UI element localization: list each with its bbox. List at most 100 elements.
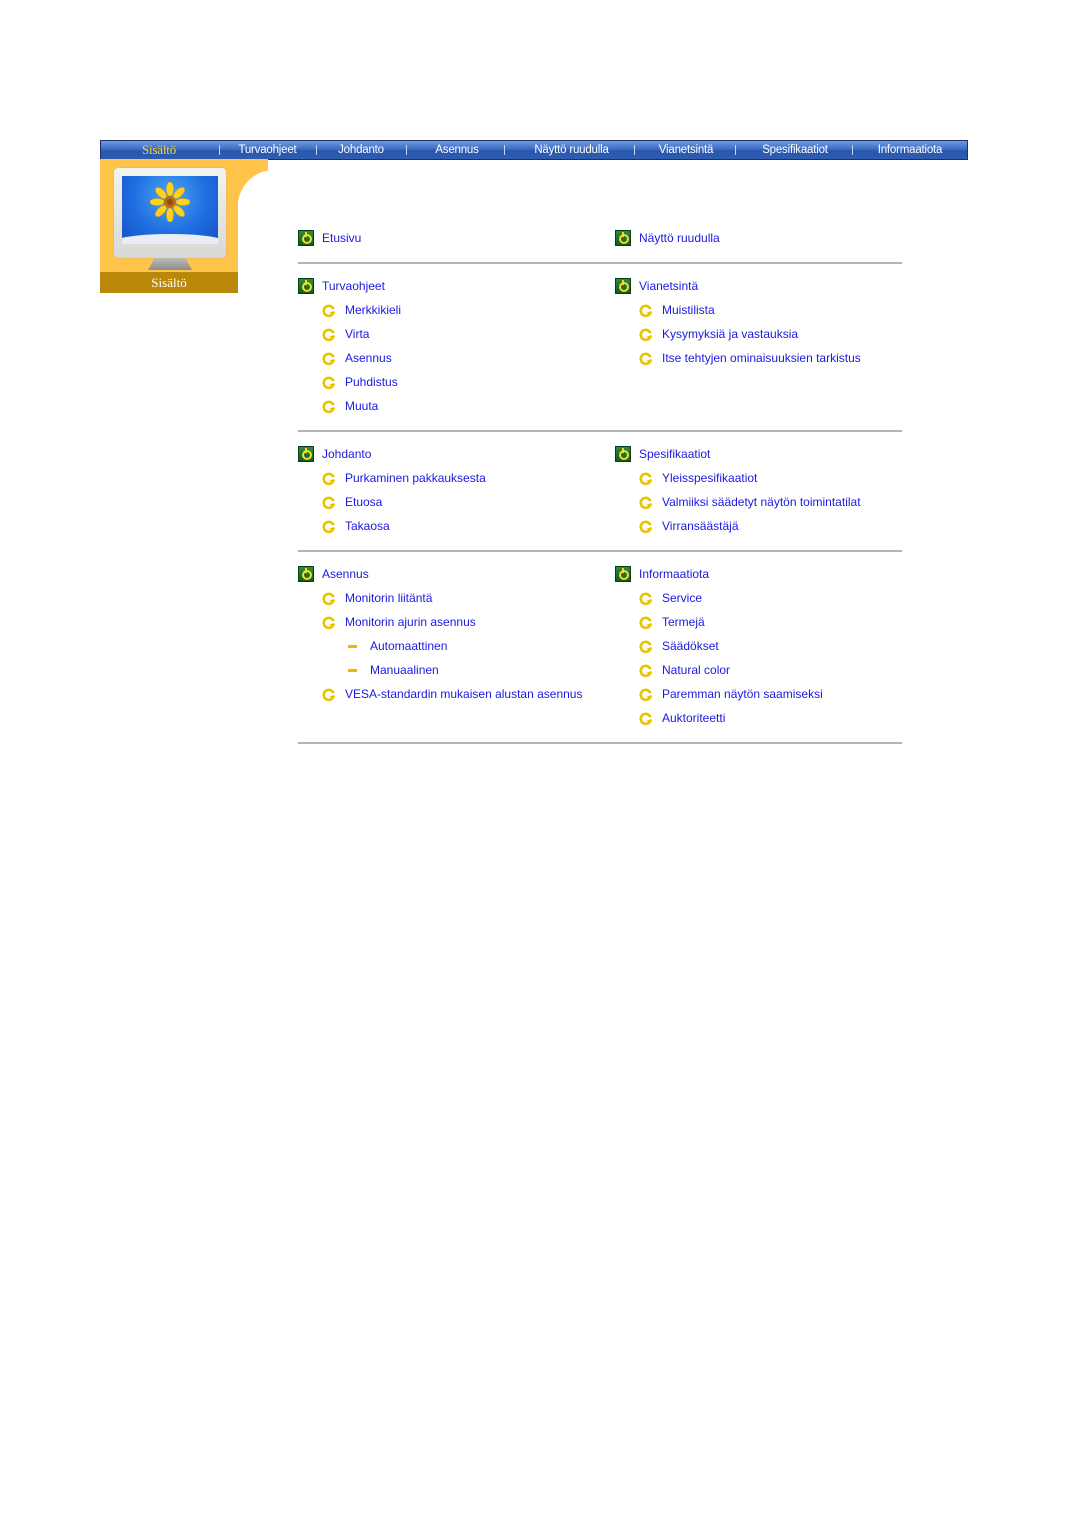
toc-item[interactable]: Monitorin liitäntä [298,588,615,612]
circular-arrow-icon [639,496,653,510]
toc-item-link[interactable]: Monitorin ajurin asennus [345,612,476,632]
toc-item[interactable]: Paremman näytön saamiseksi [615,684,902,708]
circular-arrow-icon [639,520,653,534]
nav-tab-informaatiota[interactable]: Informaatiota [859,141,961,159]
toc-item[interactable]: Virta [298,324,615,348]
toc-item[interactable]: Termejä [615,612,902,636]
circular-arrow-icon [639,304,653,318]
toc-item[interactable]: Auktoriteetti [615,708,902,732]
toc-heading[interactable]: Etusivu [298,228,615,252]
toc-heading[interactable]: Informaatiota [615,564,902,588]
toc-heading[interactable]: Spesifikaatiot [615,444,902,468]
toc-item-link[interactable]: Auktoriteetti [662,708,725,728]
circular-arrow-icon [322,376,336,390]
toc-item-link[interactable]: Asennus [345,348,392,368]
toc-heading-link[interactable]: Vianetsintä [639,276,698,296]
toc-item[interactable]: Valmiiksi säädetyt näytön toimintatilat [615,492,902,516]
toc-item[interactable]: Purkaminen pakkauksesta [298,468,615,492]
toc-heading-link[interactable]: Etusivu [322,228,361,248]
circular-arrow-icon [639,640,653,654]
toc-item[interactable]: Natural color [615,660,902,684]
nav-tab-sisalto[interactable]: Sisältö [119,141,199,159]
toc-item[interactable]: Monitorin ajurin asennus [298,612,615,636]
toc-heading-link[interactable]: Turvaohjeet [322,276,385,296]
toc-section: Asennus Monitorin liitäntä Monitorin ajuri… [298,564,902,744]
nav-tab-asennus[interactable]: Asennus [413,141,501,159]
toc-item[interactable]: Muuta [298,396,615,420]
toc-item[interactable]: Yleisspesifikaatiot [615,468,902,492]
power-icon [298,566,314,582]
power-icon [298,278,314,294]
toc-item-link[interactable]: Säädökset [662,636,719,656]
toc-column-left: Turvaohjeet Merkkikieli Virta Asennus Puhdis… [298,276,615,420]
toc-item[interactable]: Merkkikieli [298,300,615,324]
toc-item-link[interactable]: Itse tehtyjen ominaisuuksien tarkistus [662,348,861,368]
toc-item-link[interactable]: Kysymyksiä ja vastauksia [662,324,798,344]
toc-item-link[interactable]: Muistilista [662,300,715,320]
nav-tab-johdanto[interactable]: Johdanto [323,141,399,159]
hero-curve-mask [238,200,278,300]
toc-heading-link[interactable]: Spesifikaatiot [639,444,710,464]
toc-heading-link[interactable]: Asennus [322,564,369,584]
toc-item-link[interactable]: Service [662,588,702,608]
toc-item-link[interactable]: Muuta [345,396,378,416]
toc-item[interactable]: Asennus [298,348,615,372]
circular-arrow-icon [322,616,336,630]
nav-tab-spesifikaatiot[interactable]: Spesifikaatiot [743,141,847,159]
toc-item-link[interactable]: Etuosa [345,492,382,512]
circular-arrow-icon [322,520,336,534]
toc-item-link[interactable]: Natural color [662,660,730,680]
toc-heading-link[interactable]: Johdanto [322,444,371,464]
toc-item-link[interactable]: Merkkikieli [345,300,401,320]
nav-tab-naytto-ruudulla[interactable]: Näyttö ruudulla [513,141,630,159]
toc-item[interactable]: Manuaalinen [298,660,615,684]
toc-heading[interactable]: Asennus [298,564,615,588]
circular-arrow-icon [639,664,653,678]
toc-item-link[interactable]: Puhdistus [345,372,398,392]
toc-item[interactable]: Takaosa [298,516,615,540]
toc-item[interactable]: Automaattinen [298,636,615,660]
circular-arrow-icon [322,472,336,486]
toc-item-link[interactable]: Yleisspesifikaatiot [662,468,757,488]
toc-column-right: Informaatiota Service Termejä Säädökset Natu… [615,564,902,732]
toc-item-link[interactable]: Virransäästäjä [662,516,739,536]
toc-item-link[interactable]: Virta [345,324,369,344]
toc-item-link[interactable]: Automaattinen [370,636,447,656]
toc-item[interactable]: Kysymyksiä ja vastauksia [615,324,902,348]
toc-item[interactable]: Muistilista [615,300,902,324]
toc-item-link[interactable]: Manuaalinen [370,660,439,680]
toc-item-link[interactable]: Purkaminen pakkauksesta [345,468,486,488]
monitor-stand [148,258,192,270]
nav-separator [735,145,736,155]
toc-item-link[interactable]: VESA-standardin mukaisen alustan asennus [345,684,582,704]
toc-item[interactable]: Etuosa [298,492,615,516]
sunflower-icon [150,182,190,222]
toc-item[interactable]: Itse tehtyjen ominaisuuksien tarkistus [615,348,902,372]
toc-item[interactable]: Virransäästäjä [615,516,902,540]
nav-separator [634,145,635,155]
toc-heading-link[interactable]: Näyttö ruudulla [639,228,720,248]
toc-heading[interactable]: Turvaohjeet [298,276,615,300]
toc-heading[interactable]: Näyttö ruudulla [615,228,902,252]
circular-arrow-icon [322,304,336,318]
nav-separator [219,145,220,155]
toc-item-link[interactable]: Paremman näytön saamiseksi [662,684,823,704]
toc-heading[interactable]: Vianetsintä [615,276,902,300]
toc-item[interactable]: VESA-standardin mukaisen alustan asennus [298,684,615,708]
toc-item[interactable]: Service [615,588,902,612]
toc-item[interactable]: Säädökset [615,636,902,660]
nav-tab-turvaohjeet[interactable]: Turvaohjeet [225,141,310,159]
nav-separator [316,145,317,155]
nav-separator [406,145,407,155]
toc-item-link[interactable]: Termejä [662,612,705,632]
nav-tab-vianetsinta[interactable]: Vianetsintä [641,141,731,159]
toc-heading-link[interactable]: Informaatiota [639,564,709,584]
toc-item-link[interactable]: Monitorin liitäntä [345,588,432,608]
circular-arrow-icon [322,496,336,510]
toc-item-link[interactable]: Takaosa [345,516,390,536]
toc-item[interactable]: Puhdistus [298,372,615,396]
toc-heading[interactable]: Johdanto [298,444,615,468]
toc-section: Turvaohjeet Merkkikieli Virta Asennus Puhdis… [298,276,902,432]
toc-column-right: Näyttö ruudulla [615,228,902,252]
toc-item-link[interactable]: Valmiiksi säädetyt näytön toimintatilat [662,492,861,512]
